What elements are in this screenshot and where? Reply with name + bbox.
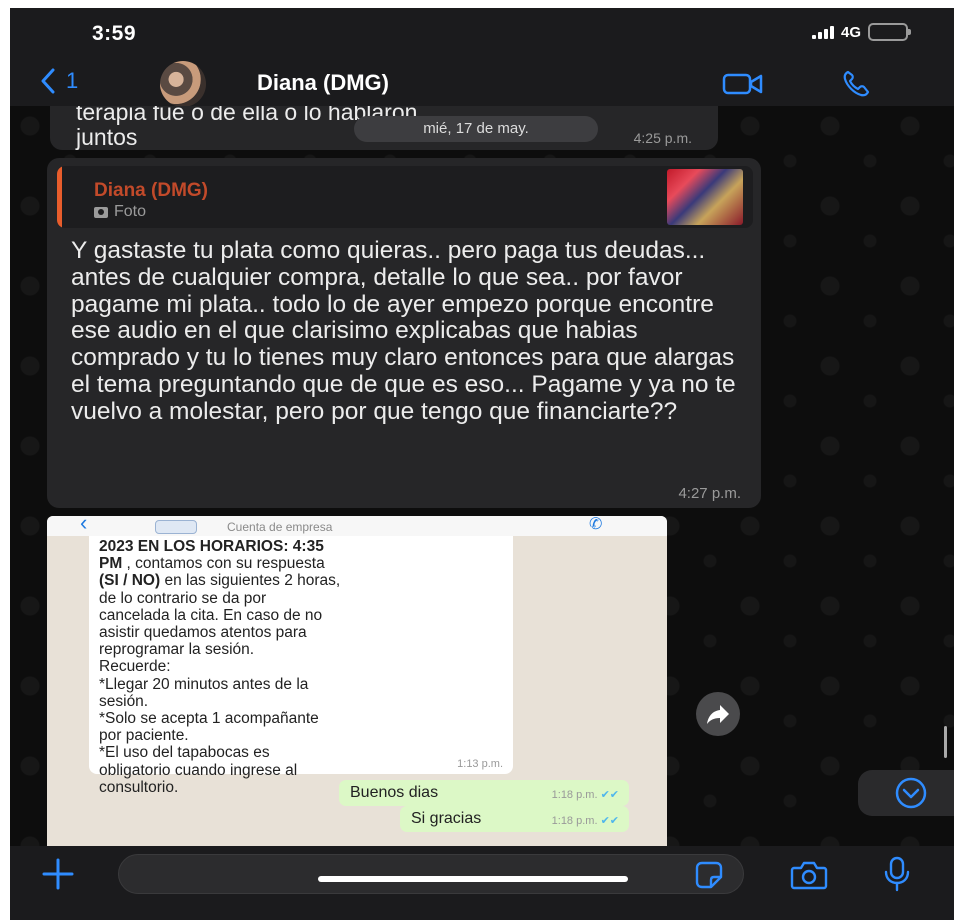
chevron-down-circle-icon [895, 777, 927, 809]
message-input[interactable] [118, 854, 744, 894]
avatar[interactable] [160, 61, 206, 107]
date-separator: mié, 17 de may. [354, 116, 598, 142]
message-bubble[interactable]: Diana (DMG) Foto Y gastaste tu plata com… [47, 158, 761, 508]
status-time: 3:59 [92, 22, 137, 45]
phone-screen: 3:59 4G 1 Diana (DMG) terapia fue o de e… [10, 8, 954, 920]
video-call-icon [722, 73, 763, 95]
screenshot-message-time: 1:13 p.m. [457, 758, 503, 770]
phone-call-icon: ✆ [589, 516, 603, 533]
sticker-button[interactable] [694, 860, 724, 895]
screenshot-incoming-message: 2023 EN LOS HORARIOS: 4:35 PM , contamos… [89, 536, 513, 796]
chevron-left-icon [41, 68, 55, 94]
camera-button[interactable] [790, 860, 828, 895]
status-bar: 3:59 4G [10, 8, 954, 60]
voice-note-button[interactable] [882, 856, 912, 897]
home-indicator[interactable] [318, 876, 628, 882]
signal-icon [811, 25, 834, 39]
scroll-to-bottom-button[interactable] [858, 770, 954, 816]
video-call-button[interactable] [722, 72, 764, 101]
attach-button[interactable] [40, 856, 76, 897]
forward-arrow-icon [707, 705, 729, 724]
plus-icon [42, 858, 74, 890]
camera-icon [790, 861, 828, 890]
chevron-left-icon: ‹ [80, 516, 88, 535]
quote-type: Foto [94, 203, 146, 221]
quoted-reply[interactable]: Diana (DMG) Foto [57, 166, 753, 228]
forwarded-screenshot[interactable]: ‹ Cuenta de empresa ✆ 2023 EN LOS HORARI… [47, 516, 667, 846]
screenshot-message-text: 2023 EN LOS HORARIOS: 4:35 PM , contamos… [99, 538, 341, 796]
unread-count: 1 [66, 68, 79, 93]
chat-area[interactable]: terapia fue o de ella o lo hablaron junt… [10, 106, 954, 846]
screenshot-header: ‹ Cuenta de empresa ✆ [47, 516, 667, 536]
message-time: 4:25 p.m. [633, 130, 692, 146]
business-label: Cuenta de empresa [227, 520, 333, 534]
message-text: Y gastaste tu plata como quieras.. pero … [71, 237, 736, 425]
double-check-icon: ✔✔ [600, 789, 619, 801]
quote-accent-bar [57, 166, 62, 228]
sticker-icon [695, 861, 723, 889]
battery-icon [868, 23, 911, 41]
phone-call-icon [843, 70, 870, 97]
contact-name[interactable]: Diana (DMG) [257, 70, 389, 96]
microphone-icon [884, 856, 910, 892]
network-type: 4G [840, 23, 861, 41]
screenshot-outgoing-message: Buenos dias 1:18 p.m. ✔✔ [339, 780, 629, 806]
voice-call-button[interactable] [840, 68, 872, 105]
quote-author: Diana (DMG) [94, 180, 208, 201]
quote-thumbnail [667, 169, 743, 225]
camera-small-icon [94, 206, 108, 218]
scroll-indicator[interactable] [944, 726, 947, 758]
message-composer [10, 846, 954, 920]
status-indicators: 4G [811, 23, 911, 41]
double-check-icon: ✔✔ [600, 815, 619, 827]
business-logo [155, 520, 197, 534]
screenshot-outgoing-message: Si gracias 1:18 p.m. ✔✔ [400, 806, 629, 832]
back-button[interactable]: 1 [40, 68, 78, 94]
message-time: 4:27 p.m. [678, 485, 741, 502]
forward-button[interactable] [696, 692, 740, 736]
chat-header: 1 Diana (DMG) [10, 60, 954, 107]
